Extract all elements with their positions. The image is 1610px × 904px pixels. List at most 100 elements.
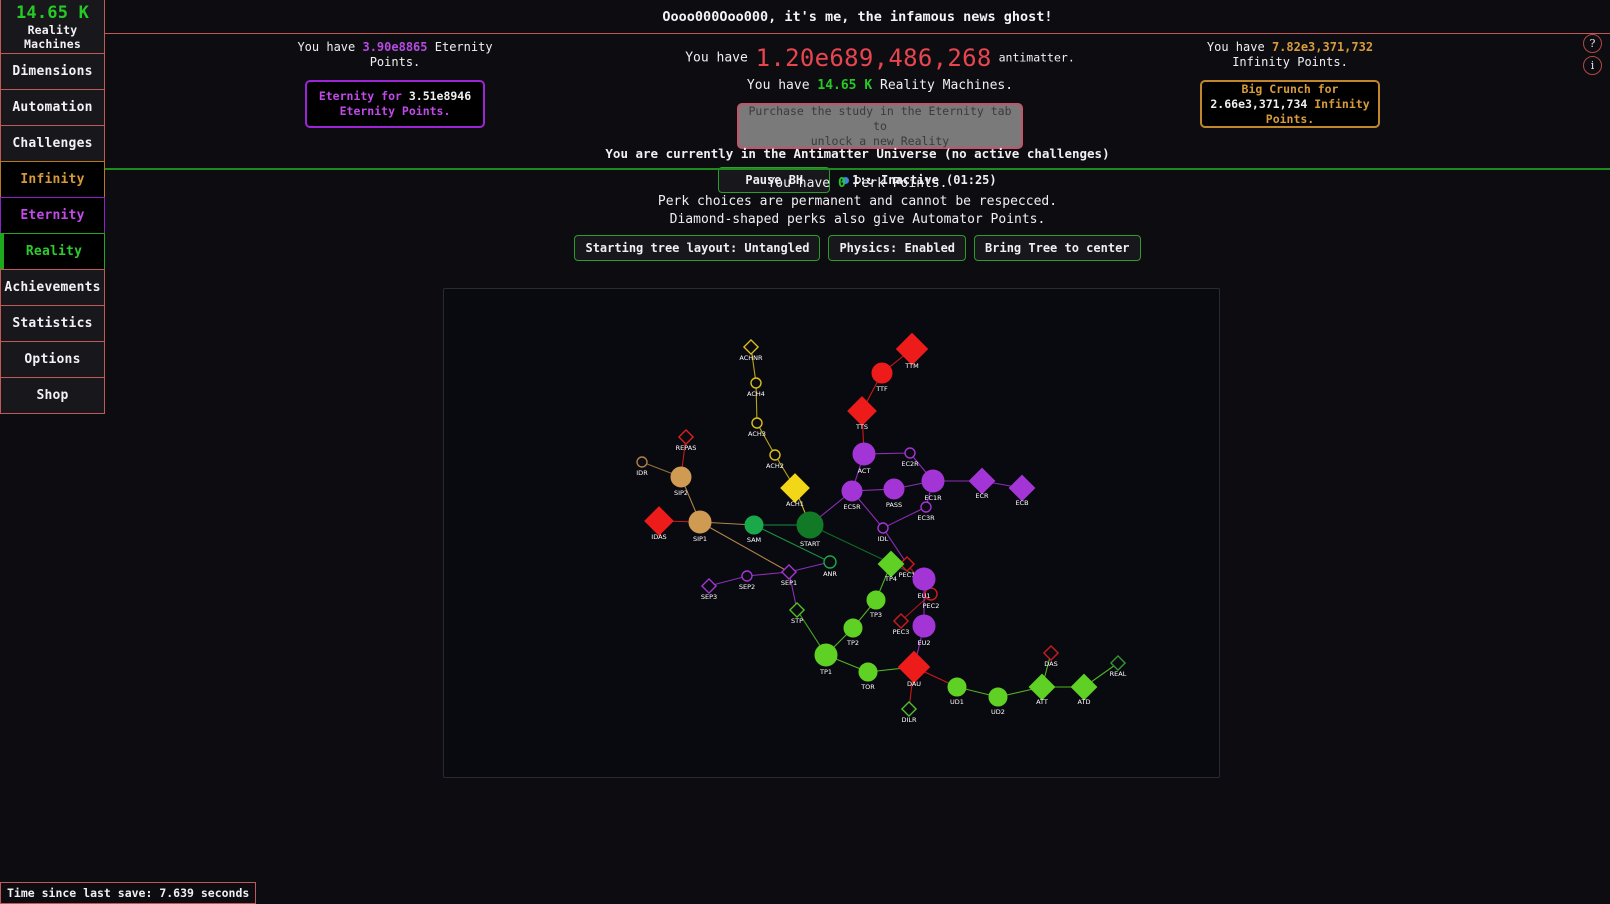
perk-node-idas[interactable]: IDAS [644,506,674,541]
sidebar-item-statistics[interactable]: Statistics [0,305,105,342]
perk-node-shape[interactable] [847,396,877,426]
sidebar-item-automation[interactable]: Automation [0,89,105,126]
perk-node-start[interactable]: START [796,511,824,548]
perk-node-pec3[interactable]: PEC3 [893,612,910,636]
perk-node-ud1[interactable]: UD1 [947,677,967,706]
perk-node-shape[interactable] [796,511,824,539]
perk-node-shape[interactable] [636,456,648,468]
sidebar-item-challenges[interactable]: Challenges [0,125,105,162]
perk-node-shape[interactable] [1109,654,1127,672]
perk-node-sip2[interactable]: SIP2 [670,466,692,497]
perk-node-ecr[interactable]: ECR [968,467,996,500]
perk-node-shape[interactable] [866,590,886,610]
perk-node-shape[interactable] [988,687,1008,707]
perk-node-shape[interactable] [968,467,996,495]
perk-node-atd[interactable]: ATD [1070,673,1098,706]
perk-node-shape[interactable] [1042,644,1060,662]
perk-tree-panel[interactable]: ACHNR ACH4 ACH3 ACH2 ACH1 REPAS IDR SIP2 IDAS SIP… [443,288,1220,778]
perk-node-dau[interactable]: DAU [897,650,931,688]
perk-node-shape[interactable] [1008,474,1036,502]
perk-node-shape[interactable] [843,618,863,638]
perk-node-ttf[interactable]: TTF [871,362,893,393]
perk-node-shape[interactable] [852,442,876,466]
perk-node-ec2r[interactable]: EC2R [901,447,919,468]
big-crunch-button[interactable]: Big Crunch for 2.66e3,371,734 Infinity P… [1200,80,1380,128]
perk-node-shape[interactable] [1028,673,1056,701]
perk-node-shape[interactable] [912,614,936,638]
perk-node-shape[interactable] [947,677,967,697]
sidebar-item-reality[interactable]: Reality [0,233,105,270]
perk-node-pass[interactable]: PASS [883,478,905,509]
perk-node-tp3[interactable]: TP3 [866,590,886,619]
perk-node-shape[interactable] [644,506,674,536]
sidebar-item-infinity[interactable]: Infinity [0,161,105,198]
perk-node-sam[interactable]: SAM [744,515,764,544]
perk-node-shape[interactable] [744,515,764,535]
perk-node-shape[interactable] [750,377,762,389]
perk-node-shape[interactable] [871,362,893,384]
perk-node-tts[interactable]: TTS [847,396,877,431]
perk-node-sip1[interactable]: SIP1 [688,510,712,543]
perk-node-achnr[interactable]: ACHNR [739,338,763,362]
perk-node-idl[interactable]: IDL [877,522,889,543]
perk-node-ec5r[interactable]: EC5R [841,480,863,511]
perk-node-ttm[interactable]: TTM [895,332,929,370]
perk-node-shape[interactable] [823,555,837,569]
center-tree-button[interactable]: Bring Tree to center [974,235,1141,261]
perk-node-anr[interactable]: ANR [823,555,837,578]
perk-node-ec3r[interactable]: EC3R [917,501,935,522]
perk-node-shape[interactable] [1070,673,1098,701]
perk-node-shape[interactable] [858,662,878,682]
sidebar-item-achievements[interactable]: Achievements [0,269,105,306]
perk-node-shape[interactable] [877,522,889,534]
perk-node-shape[interactable] [769,449,781,461]
perk-node-shape[interactable] [912,567,936,591]
perk-node-shape[interactable] [741,570,753,582]
sidebar-item-dimensions[interactable]: Dimensions [0,53,105,90]
perk-node-shape[interactable] [904,447,916,459]
perk-node-tor[interactable]: TOR [858,662,878,691]
perk-node-ud2[interactable]: UD2 [988,687,1008,716]
perk-node-att[interactable]: ATT [1028,673,1056,706]
new-reality-button[interactable]: Purchase the study in the Eternity tab t… [737,103,1023,149]
perk-node-shape[interactable] [688,510,712,534]
perk-node-ecb[interactable]: ECB [1008,474,1036,507]
perk-node-shape[interactable] [895,332,929,366]
perk-node-repas[interactable]: REPAS [676,428,697,452]
tree-layout-button[interactable]: Starting tree layout: Untangled [574,235,821,261]
perk-tree-graph[interactable]: ACHNR ACH4 ACH3 ACH2 ACH1 REPAS IDR SIP2 IDAS SIP… [444,289,1219,777]
perk-node-ach4[interactable]: ACH4 [747,377,765,398]
perk-node-dilr[interactable]: DILR [900,700,918,724]
perk-node-shape[interactable] [742,338,760,356]
perk-node-shape[interactable] [751,417,763,429]
perk-node-shape[interactable] [677,428,695,446]
perk-node-shape[interactable] [900,700,918,718]
perk-node-shape[interactable] [921,469,945,493]
perk-node-ec1r[interactable]: EC1R [921,469,945,502]
perk-node-shape[interactable] [897,650,931,684]
perk-node-shape[interactable] [883,478,905,500]
perk-node-tp1[interactable]: TP1 [814,643,838,676]
sidebar-item-shop[interactable]: Shop [0,377,105,414]
sidebar-item-eternity[interactable]: Eternity [0,197,105,234]
perk-node-act[interactable]: ACT [852,442,876,475]
perk-node-shape[interactable] [700,577,718,595]
perk-node-shape[interactable] [788,601,806,619]
sidebar-item-options[interactable]: Options [0,341,105,378]
eternity-button[interactable]: Eternity for 3.51e8946 Eternity Points. [305,80,485,128]
perk-node-ach2[interactable]: ACH2 [766,449,784,470]
perk-node-ach3[interactable]: ACH3 [748,417,766,438]
perk-node-shape[interactable] [670,466,692,488]
perk-node-ach1[interactable]: ACH1 [780,473,810,508]
perk-node-sep3[interactable]: SEP3 [700,577,718,601]
perk-node-shape[interactable] [841,480,863,502]
perk-node-eu2[interactable]: EU2 [912,614,936,647]
perk-node-stp[interactable]: STP [788,601,806,625]
physics-toggle-button[interactable]: Physics: Enabled [828,235,967,261]
perk-node-shape[interactable] [920,501,932,513]
perk-node-shape[interactable] [814,643,838,667]
perk-node-shape[interactable] [780,473,810,503]
perk-node-shape[interactable] [780,563,798,581]
perk-node-das[interactable]: DAS [1042,644,1060,668]
perk-node-idr[interactable]: IDR [636,456,648,477]
